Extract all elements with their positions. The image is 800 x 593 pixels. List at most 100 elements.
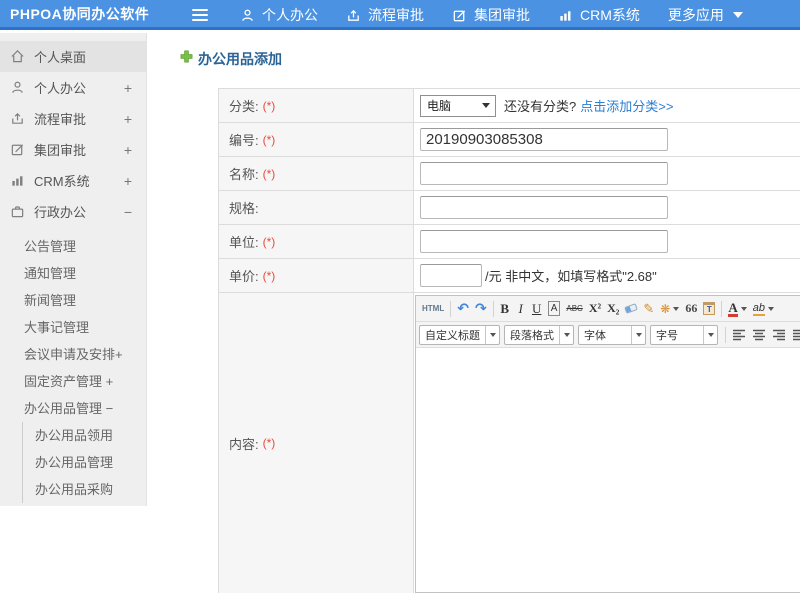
- topnav-crm[interactable]: CRM系统: [558, 5, 640, 25]
- sidebar-item-admin-office[interactable]: 行政办公 −: [0, 196, 146, 227]
- add-supplies-form: 分类: (*) 电脑 还没有分类? 点击添加分类>> 编号: (*) 20190…: [218, 88, 800, 593]
- required-mark: (*): [262, 234, 276, 249]
- topnav-personal-office[interactable]: 个人办公: [240, 5, 318, 25]
- form-row-category: 分类: (*) 电脑 还没有分类? 点击添加分类>>: [219, 89, 800, 123]
- editor-font-size-select[interactable]: 字号: [650, 324, 718, 345]
- editor-align-left-button[interactable]: [729, 325, 749, 345]
- sidebar-item-office-supplies-mgmt[interactable]: 办公用品管理 −: [0, 395, 146, 422]
- sidebar-item-process-approval[interactable]: 流程审批 +: [0, 103, 146, 134]
- code-input[interactable]: [420, 128, 668, 151]
- price-format-hint: /元 非中文，如填写格式"2.68": [485, 269, 657, 284]
- editor-redo-button[interactable]: ↷: [472, 299, 490, 319]
- editor-underline-button[interactable]: U: [529, 299, 545, 319]
- select-caret-icon: [559, 325, 573, 344]
- editor-blockquote-button[interactable]: 66: [682, 299, 700, 319]
- required-mark: (*): [262, 268, 276, 283]
- process-approval-icon: [10, 111, 26, 127]
- topbar: PHPOA协同办公软件 个人办公 流程审批 集团审批 CRM系统 更多应用: [0, 0, 800, 30]
- editor-superscript-button[interactable]: X²: [586, 299, 604, 319]
- select-caret-icon: [703, 325, 717, 344]
- editor-align-right-button[interactable]: [769, 325, 789, 345]
- sidebar-item-notice-mgmt[interactable]: 通知管理: [0, 260, 146, 287]
- sidebar-item-supplies-claim[interactable]: 办公用品领用: [23, 422, 146, 449]
- expand-icon: +: [123, 141, 132, 158]
- editor-toolbar-row2: 自定义标题 段落格式 字体 字号: [416, 322, 800, 348]
- editor-paragraph-format-select[interactable]: 段落格式: [504, 324, 574, 345]
- form-row-unit: 单位: (*): [219, 225, 800, 259]
- briefcase-icon: [10, 204, 26, 220]
- caret-down-icon: [673, 306, 680, 311]
- editor-font-family-select[interactable]: 字体: [578, 324, 646, 345]
- editor-align-justify-button[interactable]: [789, 325, 800, 345]
- editor-bold-button[interactable]: B: [497, 299, 513, 319]
- select-caret-icon: [631, 325, 645, 344]
- editor-content-area[interactable]: [416, 348, 800, 592]
- category-select[interactable]: 电脑: [420, 94, 496, 117]
- home-icon: [10, 49, 26, 65]
- editor-italic-button[interactable]: I: [513, 299, 529, 319]
- sidebar-item-fixed-assets-mgmt[interactable]: 固定资产管理 +: [0, 368, 146, 395]
- edit-square-icon: [10, 142, 26, 158]
- name-input[interactable]: [420, 162, 668, 185]
- unit-label: 单位:: [229, 235, 259, 250]
- spec-label: 规格:: [229, 201, 259, 216]
- collapse-icon: −: [123, 203, 132, 220]
- bar-chart-icon: [10, 173, 26, 189]
- caret-down-icon: [740, 306, 747, 311]
- editor-custom-title-select[interactable]: 自定义标题: [419, 324, 500, 345]
- price-input[interactable]: [420, 264, 482, 287]
- sidebar-item-announcement-mgmt[interactable]: 公告管理: [0, 233, 146, 260]
- editor-font-border-button[interactable]: A: [547, 301, 561, 316]
- editor-source-code-button[interactable]: HTML: [419, 299, 447, 319]
- process-approval-icon: [346, 8, 361, 23]
- sidebar-item-events-mgmt[interactable]: 大事记管理: [0, 314, 146, 341]
- spec-input[interactable]: [420, 196, 668, 219]
- topnav-process-approval[interactable]: 流程审批: [346, 5, 424, 25]
- required-mark: (*): [262, 166, 276, 181]
- sidebar-item-supplies-manage[interactable]: 办公用品管理: [23, 449, 146, 476]
- add-category-link[interactable]: 点击添加分类>>: [580, 96, 673, 115]
- person-icon: [240, 8, 255, 23]
- sidebar-item-desktop[interactable]: 个人桌面: [0, 41, 146, 72]
- no-category-hint: 还没有分类?: [504, 99, 577, 114]
- content-label: 内容:: [229, 436, 259, 452]
- topnav-more-apps[interactable]: 更多应用: [668, 5, 743, 25]
- sidebar: 个人桌面 个人办公 + 流程审批 + 集团审批 + CRM系统 + 行政办公 −…: [0, 33, 147, 506]
- editor-undo-button[interactable]: ↶: [454, 299, 472, 319]
- editor-auto-typeset-button[interactable]: ❋: [657, 299, 682, 319]
- form-row-spec: 规格:: [219, 191, 800, 225]
- edit-square-icon: [452, 8, 467, 23]
- editor-strikethrough-button[interactable]: ABC: [563, 299, 585, 319]
- sidebar-item-meeting-mgmt[interactable]: 会议申请及安排+: [0, 341, 146, 368]
- sidebar-item-supplies-purchase[interactable]: 办公用品采购: [23, 476, 146, 503]
- form-row-content: 内容: (*) HTML ↶ ↷ B I U A ABC X² X₂ ✎ ❋ 6…: [219, 293, 800, 593]
- price-label: 单价:: [229, 269, 259, 284]
- sidebar-item-crm[interactable]: CRM系统 +: [0, 165, 146, 196]
- page-title: 办公用品添加: [180, 49, 282, 69]
- sidebar-item-news-mgmt[interactable]: 新闻管理: [0, 287, 146, 314]
- editor-eraser-button[interactable]: [622, 299, 640, 319]
- editor-highlight-button[interactable]: ab: [750, 299, 777, 319]
- admin-office-submenu: 公告管理 通知管理 新闻管理 大事记管理 会议申请及安排+ 固定资产管理 + 办…: [0, 233, 146, 503]
- bar-chart-icon: [558, 8, 573, 23]
- required-mark: (*): [262, 436, 276, 450]
- sidebar-item-personal-office[interactable]: 个人办公 +: [0, 72, 146, 103]
- editor-align-center-button[interactable]: [749, 325, 769, 345]
- editor-subscript-button[interactable]: X₂: [604, 299, 622, 319]
- rich-text-editor: HTML ↶ ↷ B I U A ABC X² X₂ ✎ ❋ 66 T A ab…: [415, 295, 800, 593]
- topnav-group-approval[interactable]: 集团审批: [452, 5, 530, 25]
- app-logo[interactable]: PHPOA协同办公软件: [10, 4, 149, 24]
- eraser-icon: [624, 303, 639, 314]
- editor-paste-text-button[interactable]: T: [700, 299, 718, 319]
- sidebar-item-group-approval[interactable]: 集团审批 +: [0, 134, 146, 165]
- required-mark: (*): [262, 98, 276, 113]
- caret-down-icon: [732, 12, 743, 18]
- unit-input[interactable]: [420, 230, 668, 253]
- name-label: 名称:: [229, 167, 259, 182]
- clipboard-icon: T: [703, 302, 716, 315]
- editor-font-color-button[interactable]: A: [725, 299, 749, 319]
- hamburger-menu-icon[interactable]: [192, 9, 208, 21]
- form-row-name: 名称: (*): [219, 157, 800, 191]
- select-caret-icon: [482, 103, 490, 108]
- editor-format-brush-button[interactable]: ✎: [640, 299, 657, 319]
